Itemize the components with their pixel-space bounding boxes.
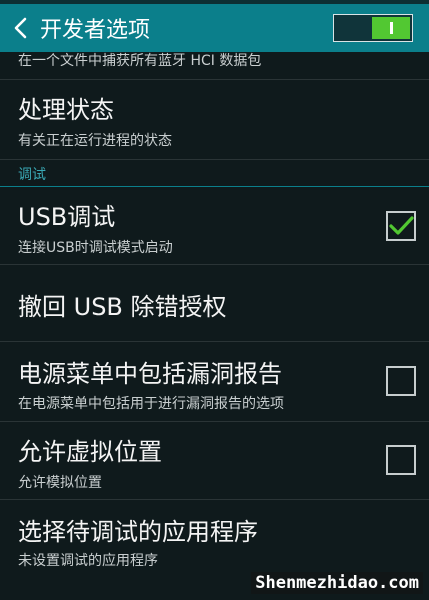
revoke-usb-title: 撤回 USB 除错授权 bbox=[18, 293, 227, 321]
list-item-mock-location[interactable]: 允许虚拟位置 允许模拟位置 bbox=[0, 422, 429, 500]
hci-snoop-subtitle: 在一个文件中捕获所有蓝牙 HCI 数据包 bbox=[18, 53, 262, 69]
debug-app-subtitle: 未设置调试的应用程序 bbox=[18, 553, 158, 569]
usb-debugging-subtitle: 连接USB时调试模式启动 bbox=[18, 240, 173, 256]
list-item-process-stats[interactable]: 处理状态 有关正在运行进程的状态 bbox=[0, 80, 429, 160]
process-stats-subtitle: 有关正在运行进程的状态 bbox=[18, 133, 172, 149]
usb-debugging-title: USB调试 bbox=[18, 203, 116, 231]
chevron-left-icon bbox=[14, 17, 27, 39]
page-title: 开发者选项 bbox=[40, 18, 151, 43]
list-item-revoke-usb[interactable]: 撤回 USB 除错授权 bbox=[0, 265, 429, 342]
debug-app-title: 选择待调试的应用程序 bbox=[18, 518, 258, 546]
list-item-usb-debugging[interactable]: USB调试 连接USB时调试模式启动 bbox=[0, 187, 429, 265]
watermark-text: Shenmezhidao.com bbox=[251, 572, 423, 594]
bug-report-checkbox[interactable] bbox=[386, 366, 416, 396]
section-header-label: 调试 bbox=[18, 167, 46, 183]
mock-location-subtitle: 允许模拟位置 bbox=[18, 475, 102, 491]
switch-thumb bbox=[372, 17, 410, 39]
list-item-debug-app[interactable]: 选择待调试的应用程序 未设置调试的应用程序 bbox=[0, 500, 429, 580]
mock-location-checkbox[interactable] bbox=[386, 445, 416, 475]
list-item-bug-report[interactable]: 电源菜单中包括漏洞报告 在电源菜单中包括用于进行漏洞报告的选项 bbox=[0, 342, 429, 422]
usb-debugging-checkbox[interactable] bbox=[386, 211, 416, 241]
checkmark-icon bbox=[389, 216, 414, 235]
settings-list: 在一个文件中捕获所有蓝牙 HCI 数据包 处理状态 有关正在运行进程的状态 调试… bbox=[0, 52, 429, 580]
process-stats-title: 处理状态 bbox=[18, 96, 114, 124]
section-header-debug: 调试 bbox=[0, 160, 429, 187]
developer-options-switch[interactable] bbox=[333, 14, 413, 42]
list-item-hci-snoop[interactable]: 在一个文件中捕获所有蓝牙 HCI 数据包 bbox=[0, 52, 429, 80]
switch-on-indicator bbox=[390, 22, 393, 34]
action-bar: 开发者选项 bbox=[0, 4, 429, 52]
back-button[interactable] bbox=[4, 4, 38, 52]
bug-report-subtitle: 在电源菜单中包括用于进行漏洞报告的选项 bbox=[18, 396, 284, 412]
bug-report-title: 电源菜单中包括漏洞报告 bbox=[18, 360, 282, 388]
mock-location-title: 允许虚拟位置 bbox=[18, 438, 162, 466]
